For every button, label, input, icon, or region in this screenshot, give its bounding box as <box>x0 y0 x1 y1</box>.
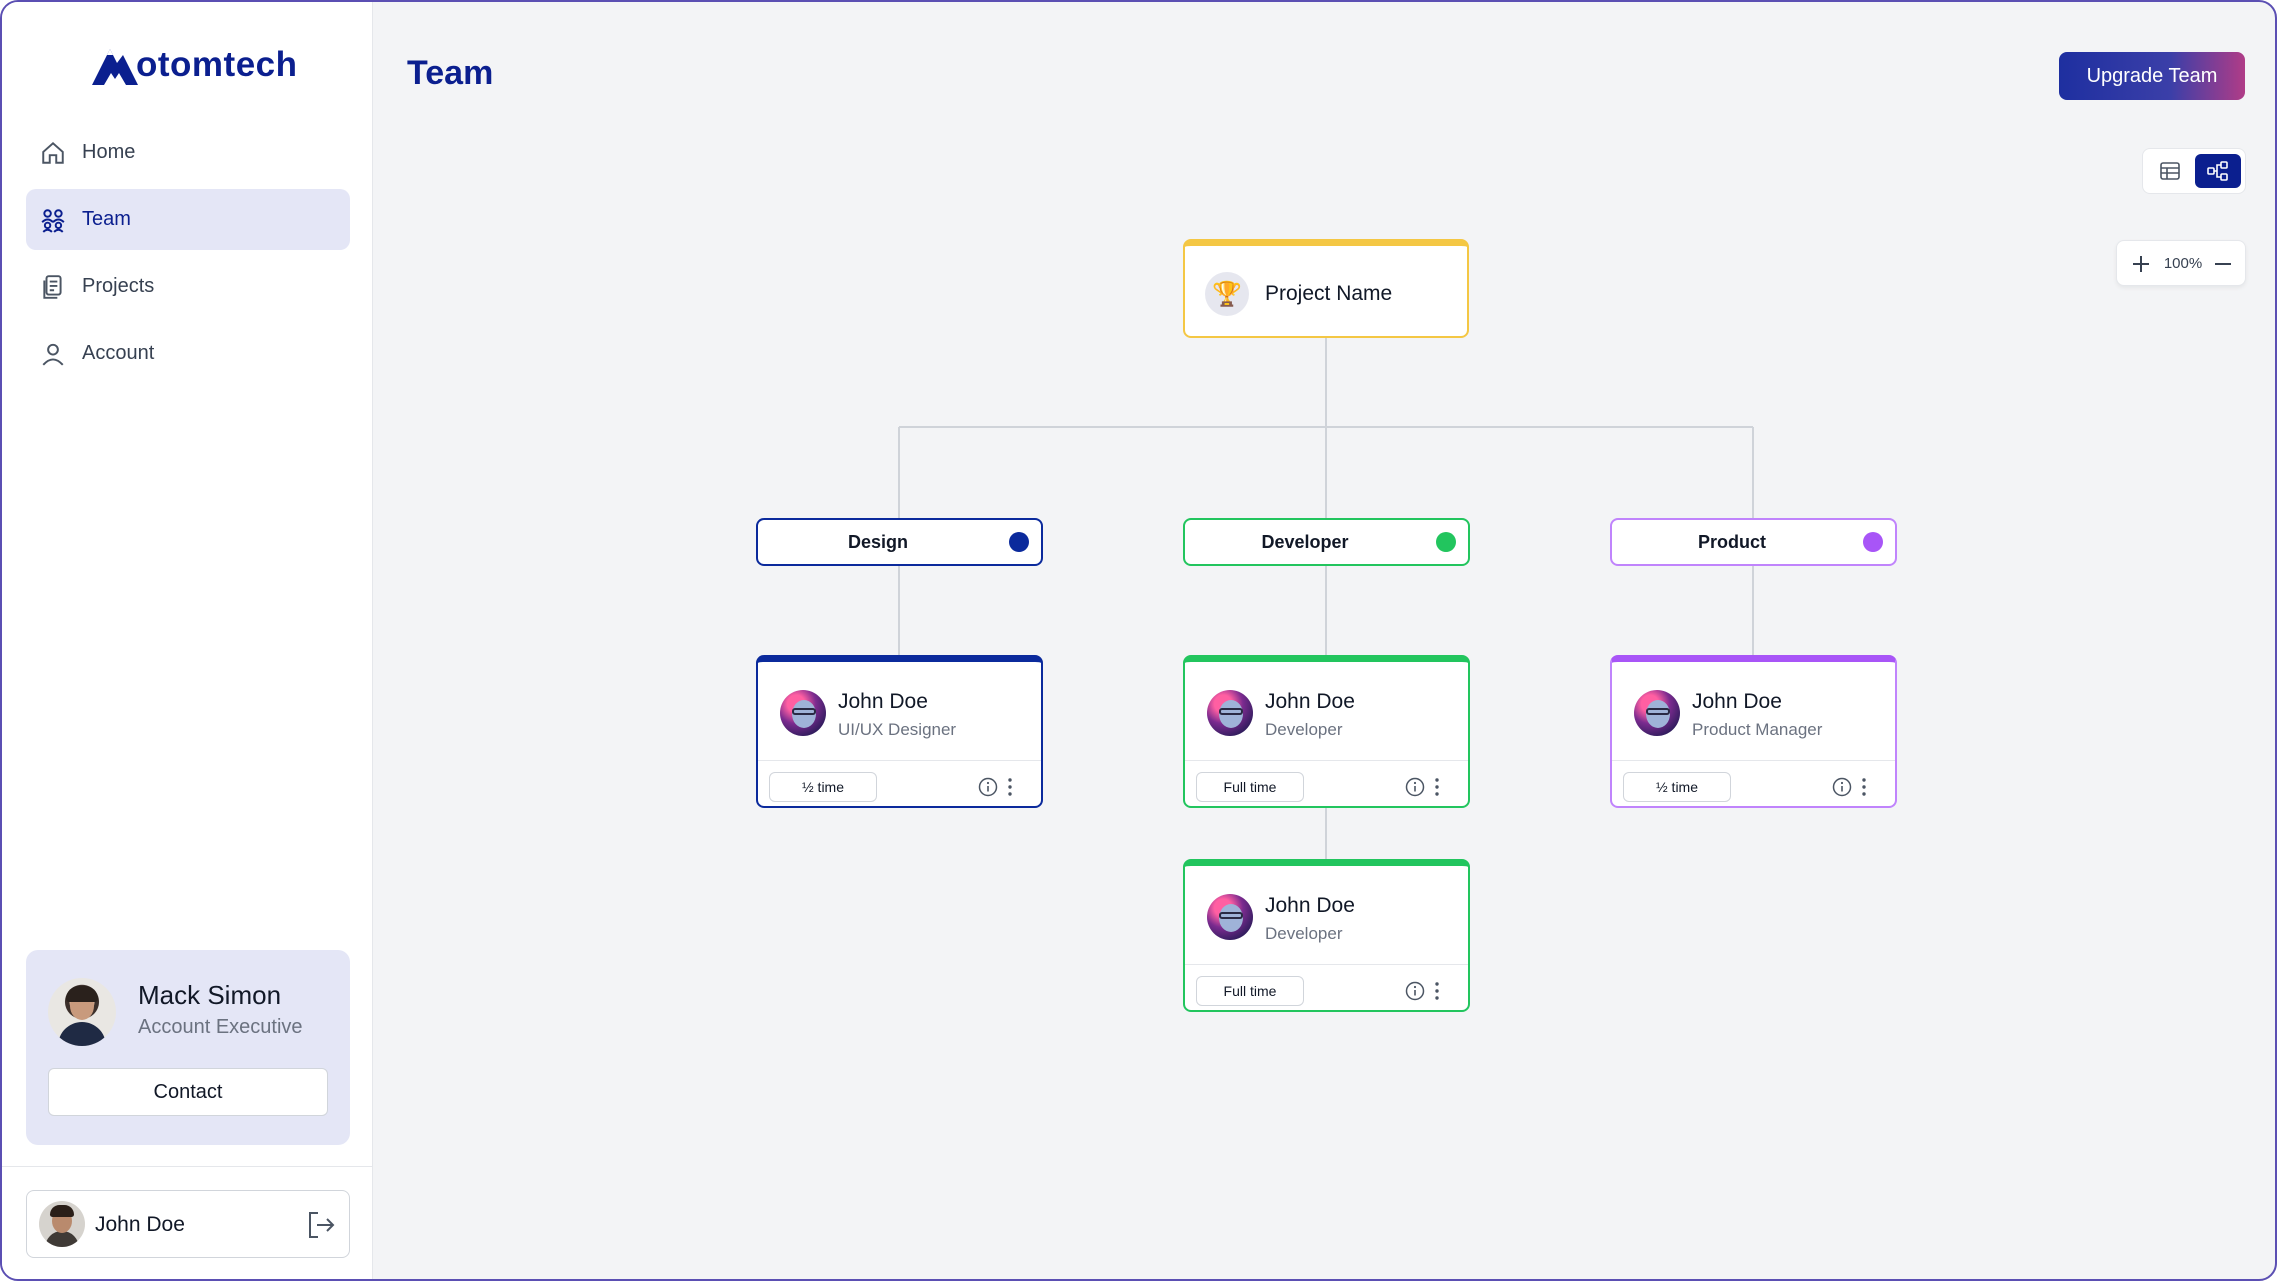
time-badge: ½ time <box>1623 772 1731 802</box>
avatar <box>39 1201 85 1247</box>
more-options-icon[interactable] <box>1860 776 1868 798</box>
member-role: Developer <box>1265 924 1343 943</box>
trophy-icon: 🏆 <box>1205 272 1249 316</box>
current-user: John Doe <box>26 1190 350 1258</box>
department-name: Design <box>847 532 908 552</box>
member-card[interactable]: John Doe Developer Full time <box>1183 859 1470 1012</box>
time-badge: ½ time <box>769 772 877 802</box>
member-card[interactable]: John Doe Developer Full time <box>1183 655 1470 808</box>
sidebar-item-label: Home <box>82 141 136 163</box>
sidebar-item-label: Account <box>82 342 155 364</box>
status-dot <box>1436 532 1456 552</box>
member-name: John Doe <box>1265 894 1355 917</box>
member-card[interactable]: John Doe Product Manager ½ time <box>1610 655 1897 808</box>
account-executive-card: Mack Simon Account Executive Contact <box>26 950 350 1145</box>
more-options-icon[interactable] <box>1006 776 1014 798</box>
sidebar: otomtech Home Team Projects Account Mack… <box>2 2 373 1279</box>
sidebar-item-team[interactable]: Team <box>26 189 350 250</box>
info-icon[interactable] <box>1832 777 1852 797</box>
app-window: otomtech Home Team Projects Account Mack… <box>0 0 2277 1281</box>
zoom-level: 100% <box>2163 255 2203 272</box>
home-icon <box>42 141 64 164</box>
avatar <box>780 690 826 736</box>
page-title: Team <box>407 54 494 92</box>
logout-icon[interactable] <box>305 1209 337 1241</box>
more-options-icon[interactable] <box>1433 776 1441 798</box>
project-root-node[interactable]: 🏆 Project Name <box>1183 239 1469 338</box>
info-icon[interactable] <box>978 777 998 797</box>
brand-logo[interactable]: otomtech <box>90 42 298 88</box>
upgrade-team-button[interactable]: Upgrade Team <box>2059 52 2245 100</box>
member-name: John Doe <box>1692 690 1782 713</box>
time-badge: Full time <box>1196 976 1304 1006</box>
view-toggle <box>2142 148 2246 194</box>
member-name: John Doe <box>838 690 928 713</box>
zoom-control: 100% <box>2116 240 2246 286</box>
sidebar-item-label: Projects <box>82 275 155 297</box>
org-chart-icon <box>2207 161 2228 181</box>
member-card[interactable]: John Doe UI/UX Designer ½ time <box>756 655 1043 808</box>
department-name: Product <box>1697 532 1766 552</box>
user-name: John Doe <box>95 1213 185 1236</box>
avatar <box>1207 690 1253 736</box>
divider <box>2 1166 373 1167</box>
table-view-button[interactable] <box>2147 154 2193 188</box>
contact-role: Account Executive <box>138 1016 303 1038</box>
avatar <box>1634 690 1680 736</box>
status-dot <box>1863 532 1883 552</box>
info-icon[interactable] <box>1405 777 1425 797</box>
sidebar-item-label: Team <box>82 208 131 230</box>
sidebar-item-account[interactable]: Account <box>26 323 350 384</box>
member-role: Product Manager <box>1692 720 1823 739</box>
team-icon <box>41 208 65 233</box>
sidebar-item-projects[interactable]: Projects <box>26 256 350 317</box>
table-icon <box>2160 162 2180 180</box>
account-icon <box>42 343 64 366</box>
avatar <box>1207 894 1253 940</box>
brand-name: otomtech <box>136 45 298 84</box>
sidebar-item-home[interactable]: Home <box>26 122 350 183</box>
department-product[interactable]: Product <box>1610 518 1897 566</box>
status-dot <box>1009 532 1029 552</box>
zoom-out-icon[interactable] <box>2211 252 2235 276</box>
more-options-icon[interactable] <box>1433 980 1441 1002</box>
department-name: Developer <box>1261 532 1349 552</box>
sidebar-nav: Home Team Projects Account <box>26 122 350 390</box>
projects-icon <box>43 274 62 299</box>
member-name: John Doe <box>1265 690 1355 713</box>
member-role: UI/UX Designer <box>838 720 957 739</box>
tree-view-button[interactable] <box>2195 154 2241 188</box>
zoom-in-icon[interactable] <box>2129 252 2153 276</box>
project-name: Project Name <box>1265 282 1393 305</box>
member-role: Developer <box>1265 720 1343 739</box>
mountain-logo-icon <box>92 49 138 85</box>
department-developer[interactable]: Developer <box>1183 518 1470 566</box>
info-icon[interactable] <box>1405 981 1425 1001</box>
avatar <box>48 978 116 1046</box>
contact-name: Mack Simon <box>138 980 282 1010</box>
department-design[interactable]: Design <box>756 518 1043 566</box>
time-badge: Full time <box>1196 772 1304 802</box>
contact-button[interactable]: Contact <box>48 1068 328 1116</box>
